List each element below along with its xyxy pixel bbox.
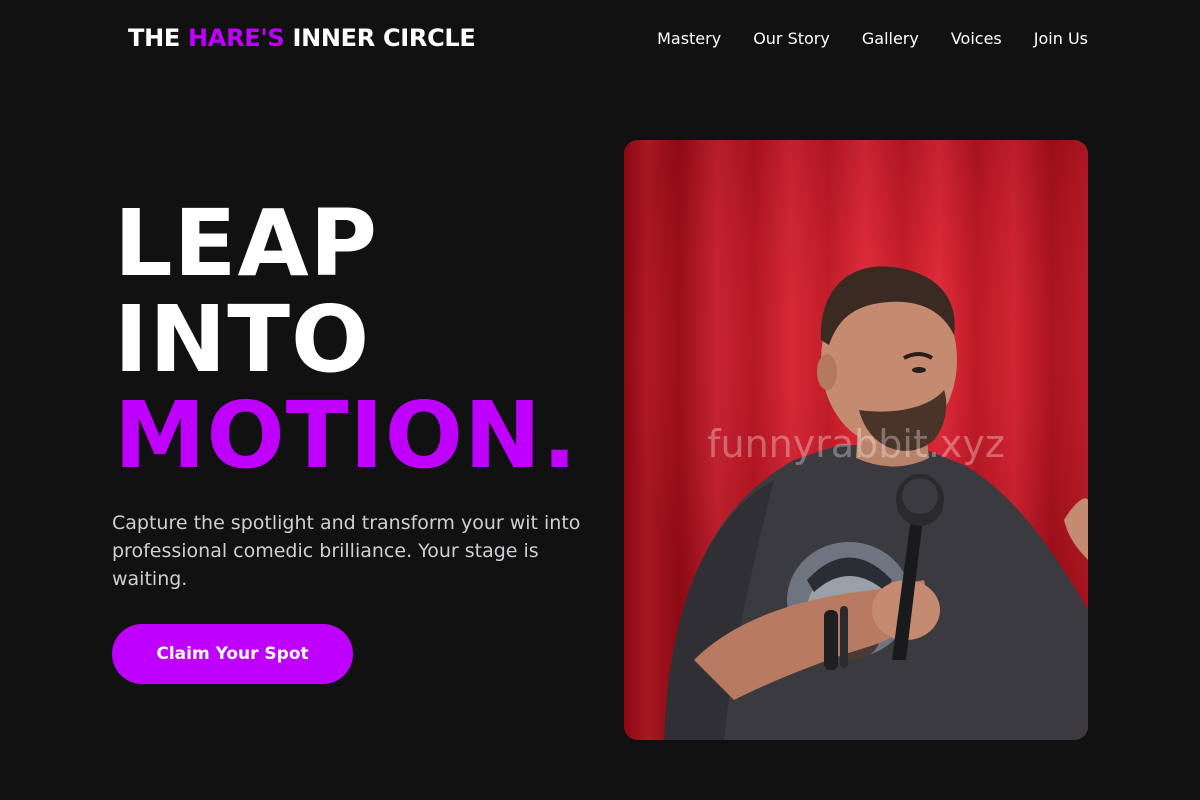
main-nav: Mastery Our Story Gallery Voices Join Us xyxy=(657,29,1088,48)
logo-prefix: THE xyxy=(128,24,189,52)
nav-link-mastery[interactable]: Mastery xyxy=(657,29,721,48)
nav-link-join-us[interactable]: Join Us xyxy=(1034,29,1088,48)
nav-link-gallery[interactable]: Gallery xyxy=(862,29,919,48)
headline-line-1: LEAP xyxy=(114,190,379,297)
photo-watermark: funnyrabbit.xyz xyxy=(707,422,1005,466)
headline-line-2: INTO xyxy=(114,286,371,393)
page: THE HARE'S INNER CIRCLE Mastery Our Stor… xyxy=(0,0,1200,800)
site-logo[interactable]: THE HARE'S INNER CIRCLE xyxy=(128,24,476,52)
claim-spot-button[interactable]: Claim Your Spot xyxy=(112,624,353,684)
logo-accent: HARE'S xyxy=(188,24,285,52)
hero-subtext: Capture the spotlight and transform your… xyxy=(112,512,581,590)
nav-link-our-story[interactable]: Our Story xyxy=(753,29,830,48)
hero-photo: funnyrabbit.xyz xyxy=(624,140,1088,740)
hero-headline: LEAP INTO MOTION. xyxy=(114,196,578,484)
logo-suffix: INNER CIRCLE xyxy=(284,24,476,52)
nav-link-voices[interactable]: Voices xyxy=(951,29,1002,48)
headline-line-3: MOTION. xyxy=(114,382,578,489)
